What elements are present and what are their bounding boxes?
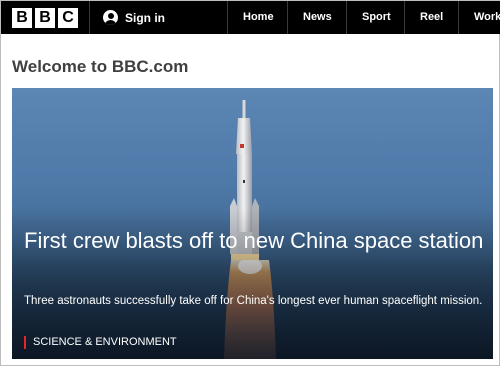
sign-in-button[interactable]: Sign in — [89, 1, 165, 34]
top-navigation-bar: B B C Sign in Home News Sport Reel Work — [1, 1, 500, 34]
page-title: Welcome to BBC.com — [12, 57, 189, 76]
logo-letter-b1: B — [12, 8, 32, 28]
hero-summary: Three astronauts successfully take off f… — [24, 295, 483, 307]
nav-news[interactable]: News — [287, 1, 346, 34]
section-tag[interactable]: SCIENCE & ENVIRONMENT — [24, 336, 177, 349]
hero-story-card[interactable]: First crew blasts off to new China space… — [12, 88, 493, 359]
nav-worklife[interactable]: Work — [458, 1, 500, 34]
nav-reel[interactable]: Reel — [404, 1, 458, 34]
nav-home[interactable]: Home — [227, 1, 287, 34]
main-nav: Home News Sport Reel Work — [227, 1, 500, 34]
user-icon — [103, 10, 118, 25]
hero-headline[interactable]: First crew blasts off to new China space… — [24, 227, 484, 255]
logo-letter-c: C — [58, 8, 78, 28]
sign-in-label: Sign in — [125, 10, 165, 25]
logo-letter-b2: B — [35, 8, 55, 28]
bbc-logo[interactable]: B B C — [12, 8, 78, 28]
nav-sport[interactable]: Sport — [346, 1, 404, 34]
